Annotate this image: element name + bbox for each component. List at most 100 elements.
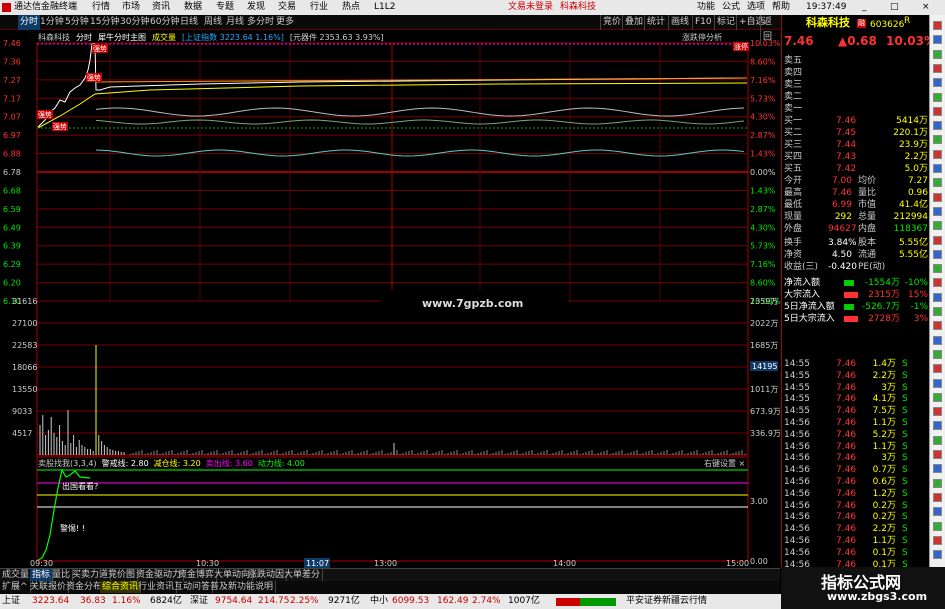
info-tab[interactable]: 综合资讯 [100, 581, 142, 593]
flow-value: -1554万 [864, 278, 900, 288]
toolbar-button[interactable]: 标记 [714, 15, 735, 30]
toolbar-button[interactable]: 竞价 [600, 15, 621, 30]
tab-period[interactable]: 分时 [18, 15, 41, 30]
menu-item[interactable]: 行业 [310, 0, 328, 15]
menu-item[interactable]: 资讯 [152, 0, 170, 15]
toolbar-button[interactable]: F10 [692, 15, 712, 30]
sidebar-tool-icon[interactable] [933, 92, 942, 102]
sidebar-tool-icon[interactable] [933, 435, 942, 445]
info-tab[interactable]: 扩展^ [0, 581, 31, 593]
sidebar-tool-icon[interactable] [933, 21, 942, 30]
sidebar-tool-icon[interactable] [933, 421, 942, 431]
toolbar-button[interactable]: 叠加 [622, 15, 643, 30]
sidebar-tool-icon[interactable] [933, 135, 942, 145]
tab-period[interactable]: 15分钟 [90, 15, 119, 30]
menu-item[interactable]: 数据 [184, 0, 202, 15]
sidebar-tool-icon[interactable] [933, 264, 942, 274]
intraday-chart[interactable]: 科森科技 分时 犀牛分时主图 成交量 [上证指数 3223.64 1.16%] [元器件 … [0, 30, 780, 568]
toolbar-button[interactable]: 画线 [668, 15, 689, 30]
sidebar-tool-icon[interactable] [933, 164, 942, 173]
info-tab[interactable]: 关联报价 [28, 581, 70, 593]
indicator-tab[interactable]: 买卖力道 [70, 569, 112, 581]
maximize-button[interactable]: □ [890, 0, 899, 15]
menu-item[interactable]: L1L2 [374, 0, 395, 15]
indicator-tab[interactable]: 资金博弈 [176, 569, 218, 581]
menu-item[interactable]: 专题 [216, 0, 234, 15]
stat-label: 外盘 [784, 224, 803, 234]
sidebar-tool-icon[interactable] [933, 235, 942, 245]
info-tab[interactable]: 资金分布 [64, 581, 106, 593]
sidebar-tool-icon[interactable] [933, 492, 942, 502]
menu-item[interactable]: 行情 [92, 0, 110, 15]
sidebar-tool-icon[interactable] [933, 278, 942, 288]
sidebar-tool-icon[interactable] [933, 178, 942, 188]
menu-function[interactable]: 功能 [697, 0, 715, 15]
sidebar-tool-icon[interactable] [933, 249, 942, 259]
menu-options[interactable]: 选项 [747, 0, 765, 15]
sidebar-tool-icon[interactable] [933, 192, 942, 202]
price-tick-label: 6.29 [3, 260, 21, 269]
sidebar-tool-icon[interactable] [933, 349, 942, 359]
sidebar-tool-icon[interactable] [933, 149, 942, 159]
info-tab[interactable]: 互动问答 [172, 581, 214, 593]
tick-side: S [902, 429, 908, 440]
tab-period[interactable]: 日线 [180, 15, 198, 30]
flow-pct: -10% [904, 278, 928, 288]
quote-title-row: 科森科技融 603626 R [782, 15, 930, 33]
info-tab[interactable]: 行业资讯 [136, 581, 178, 593]
sidebar-tool-icon[interactable] [933, 335, 942, 345]
sidebar-tool-icon[interactable] [933, 49, 942, 59]
indicator-tab[interactable]: 成交量 [0, 569, 33, 581]
sidebar-tool-icon[interactable] [933, 206, 942, 216]
tab-period[interactable]: 1分钟 [40, 15, 64, 30]
info-tab[interactable]: 普及新功能说明 [208, 581, 277, 593]
sidebar-tool-icon[interactable] [933, 221, 942, 231]
sidebar-tool-icon[interactable] [933, 378, 942, 388]
toolbar-button[interactable]: 统计 [644, 15, 665, 30]
tab-period[interactable]: 多分时 [247, 15, 274, 30]
trade-login-status[interactable]: 文易未登录 [508, 0, 553, 15]
tab-period[interactable]: 5分钟 [65, 15, 89, 30]
sidebar-tool-icon[interactable] [933, 507, 942, 517]
close-button[interactable]: × [922, 0, 930, 15]
sidebar-tool-icon[interactable] [933, 63, 942, 73]
indicator-tab[interactable]: 涨跌动因 [246, 569, 288, 581]
tab-period[interactable]: 周线 [204, 15, 222, 30]
menu-item[interactable]: 市场 [122, 0, 140, 15]
sidebar-tool-icon[interactable] [933, 106, 942, 116]
sidebar-tool-icon[interactable] [933, 292, 942, 302]
stat-label: 收益(三) [784, 262, 819, 272]
sidebar-tool-icon[interactable] [933, 535, 942, 545]
sidebar-tool-icon[interactable] [933, 407, 942, 417]
sidebar-tool-icon[interactable] [933, 307, 942, 316]
menu-formula[interactable]: 公式 [722, 0, 740, 15]
menu-item[interactable]: 热点 [342, 0, 360, 15]
sidebar-tool-icon[interactable] [933, 78, 942, 88]
tick-time: 14:56 [784, 429, 810, 440]
sidebar-tool-icon[interactable] [933, 35, 942, 45]
sidebar-tool-icon[interactable] [933, 364, 942, 374]
sidebar-tool-icon[interactable] [933, 392, 942, 402]
sidebar-tool-icon[interactable] [933, 464, 942, 474]
tab-period[interactable]: 更多 [276, 15, 294, 30]
indicator-settings-button[interactable]: 右键设置 × [704, 458, 745, 468]
menu-item[interactable]: 交易 [278, 0, 296, 15]
stat-row: 今开 7.00 均价 7.27 [782, 175, 930, 187]
time-tick-label: 11:07 [306, 559, 329, 568]
index-zx-label: 中小 [370, 596, 389, 606]
tab-period[interactable]: 60分钟 [150, 15, 179, 30]
indicator-tab[interactable]: 大单差分 [282, 569, 324, 581]
sidebar-tool-icon[interactable] [933, 321, 942, 331]
sidebar-tool-icon[interactable] [933, 450, 942, 459]
limit-analysis-button[interactable]: 涨跌停分析 [682, 32, 722, 42]
menu-help[interactable]: 帮助 [772, 0, 790, 15]
indicator-header: 卖股找我(3,3,4) 警戒线: 2.80 减仓线: 3.20 卖出线: 3.60 动力… [38, 458, 305, 468]
sidebar-tool-icon[interactable] [933, 521, 942, 531]
sidebar-tool-icon[interactable] [933, 550, 942, 560]
minimize-button[interactable]: _ [862, 0, 867, 15]
tab-period[interactable]: 30分钟 [120, 15, 149, 30]
menu-item[interactable]: 发现 [247, 0, 265, 15]
tab-period[interactable]: 月线 [226, 15, 244, 30]
sidebar-tool-icon[interactable] [933, 478, 942, 488]
sidebar-tool-icon[interactable] [933, 121, 942, 131]
